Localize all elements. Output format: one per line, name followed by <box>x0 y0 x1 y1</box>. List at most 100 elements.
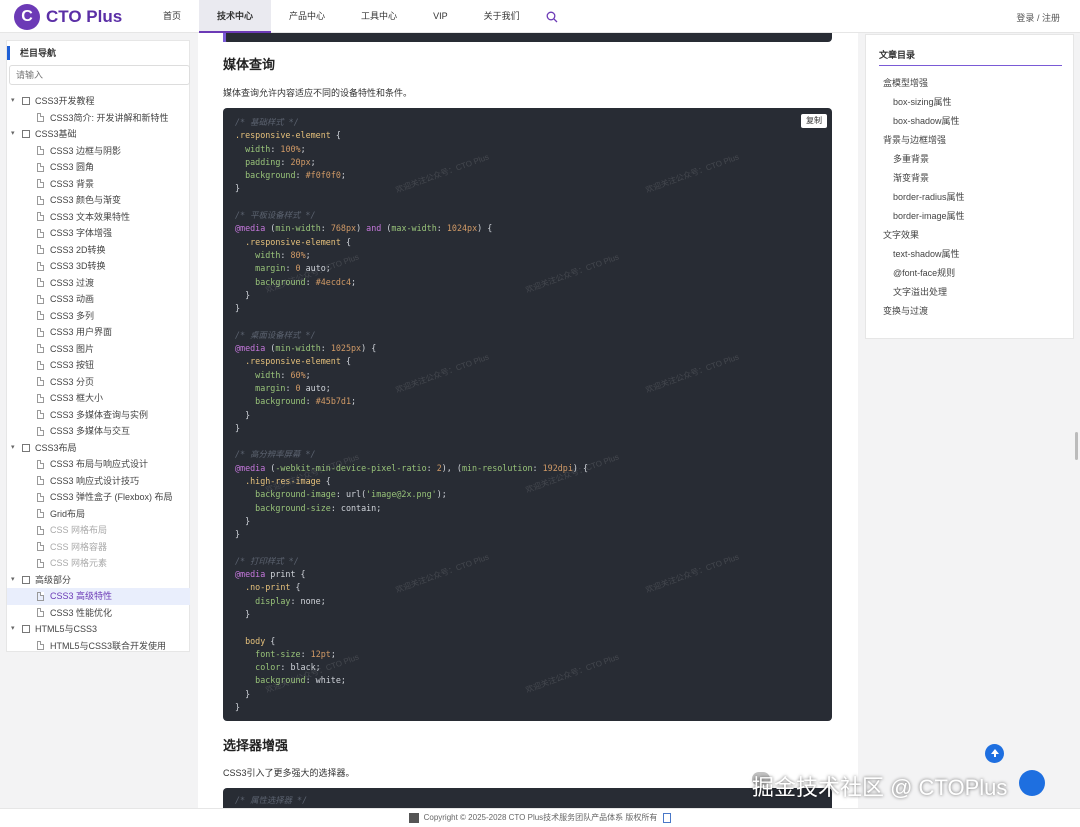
code-block: 复制 /* 基础样式 */ .responsive-element { widt… <box>223 108 832 721</box>
tree-leaf[interactable]: CSS3 布局与响应式设计 <box>7 456 190 473</box>
tree-leaf[interactable]: CSS3 按钮 <box>7 357 190 374</box>
tree-leaf[interactable]: CSS3 文本效果特性 <box>7 209 190 226</box>
nav-home[interactable]: 首页 <box>145 0 199 33</box>
caret-down-icon[interactable]: ▾ <box>11 440 19 457</box>
document-icon <box>37 492 44 502</box>
tree-item-label: CSS3 过渡 <box>50 277 95 288</box>
page-scrollbar[interactable] <box>1075 432 1078 460</box>
tree-leaf[interactable]: CSS3 圆角 <box>7 159 190 176</box>
sidebar-title: 栏目导航 <box>7 46 56 60</box>
nav-product-center[interactable]: 产品中心 <box>271 0 343 33</box>
toc-item[interactable]: border-image属性 <box>866 207 1073 226</box>
tree-leaf[interactable]: HTML5与CSS3联合开发使用 <box>7 638 190 655</box>
back-to-top-button[interactable] <box>985 744 1004 763</box>
tree-leaf[interactable]: CSS3 性能优化 <box>7 605 190 622</box>
tree-leaf[interactable]: CSS3 字体增强 <box>7 225 190 242</box>
logo[interactable]: C CTO Plus <box>14 4 122 30</box>
document-icon <box>37 113 44 123</box>
document-icon <box>37 360 44 370</box>
tree-leaf[interactable]: CSS3 2D转换 <box>7 242 190 259</box>
login-link[interactable]: 登录 <box>1016 13 1034 23</box>
tree-item-label: CSS3 布局与响应式设计 <box>50 459 149 469</box>
main-nav: 首页 技术中心 产品中心 工具中心 VIP 关于我们 <box>145 0 558 33</box>
toc-item[interactable]: text-shadow属性 <box>866 245 1073 264</box>
tree-leaf[interactable]: CSS3 3D转换 <box>7 258 190 275</box>
toc-title: 文章目录 <box>879 50 916 60</box>
tree-item-label: CSS3 多列 <box>50 310 95 321</box>
caret-down-icon[interactable]: ▾ <box>11 93 19 110</box>
copy-button[interactable]: 复制 <box>801 114 827 128</box>
section-desc-selectors: CSS3引入了更多强大的选择器。 <box>223 768 355 778</box>
toc-item[interactable]: border-radius属性 <box>866 188 1073 207</box>
tree-leaf[interactable]: CSS3 边框与阴影 <box>7 143 190 160</box>
document-icon <box>37 459 44 469</box>
tree-leaf[interactable]: CSS 网格布局 <box>7 522 190 539</box>
tree-leaf[interactable]: CSS3 多媒体查询与实例 <box>7 407 190 424</box>
document-icon <box>37 525 44 535</box>
document-icon <box>37 476 44 486</box>
floating-action-button[interactable] <box>1019 770 1045 796</box>
tree-leaf[interactable]: CSS3 响应式设计技巧 <box>7 473 190 490</box>
nav-vip[interactable]: VIP <box>415 0 466 33</box>
toc-item[interactable]: 背景与边框增强 <box>866 131 1073 150</box>
toc-item[interactable]: box-sizing属性 <box>866 93 1073 112</box>
tree-folder[interactable]: ▾ CSS3布局 <box>7 440 190 457</box>
tree-leaf[interactable]: CSS3 背景 <box>7 176 190 193</box>
caret-down-icon[interactable]: ▾ <box>11 572 19 589</box>
tree-leaf[interactable]: CSS3 多媒体与交互 <box>7 423 190 440</box>
tree-item-label: CSS3 多媒体与交互 <box>50 426 131 436</box>
document-icon <box>37 509 44 519</box>
toc-item[interactable]: @font-face规则 <box>866 264 1073 283</box>
tree-leaf[interactable]: CSS 网格元素 <box>7 555 190 572</box>
tree-folder[interactable]: ▾ CSS3基础 <box>7 126 190 143</box>
document-icon <box>37 393 44 403</box>
toc-item[interactable]: 文字效果 <box>866 226 1073 245</box>
register-link[interactable]: 注册 <box>1042 13 1060 23</box>
nav-tech-center[interactable]: 技术中心 <box>199 0 272 33</box>
tree-leaf[interactable]: CSS3 图片 <box>7 341 190 358</box>
toc-item[interactable]: 盒模型增强 <box>866 74 1073 93</box>
folder-icon <box>22 443 30 452</box>
caret-down-icon[interactable]: ▾ <box>11 126 19 143</box>
tree-leaf[interactable]: CSS3 颜色与渐变 <box>7 192 190 209</box>
tree-item-label: CSS3 2D转换 <box>50 244 106 255</box>
tree-leaf[interactable]: CSS 网格容器 <box>7 539 190 556</box>
toc-item[interactable]: 变换与过渡 <box>866 302 1073 321</box>
toc-item[interactable]: 文字溢出处理 <box>866 283 1073 302</box>
sidebar-search-input[interactable] <box>9 65 190 85</box>
tree-item-label: CSS3 用户界面 <box>50 327 113 337</box>
tree-leaf[interactable]: CSS3简介: 开发讲解和新特性 <box>7 110 190 127</box>
footer: Copyright © 2025-2028 CTO Plus技术服务团队产品体系… <box>0 808 1080 827</box>
tree-item-label: CSS3 圆角 <box>50 162 95 172</box>
document-icon <box>37 327 44 337</box>
toc-item[interactable]: box-shadow属性 <box>866 112 1073 131</box>
tree-leaf[interactable]: CSS3 分页 <box>7 374 190 391</box>
tree-item-label: Grid布局 <box>50 508 86 519</box>
tree-leaf[interactable]: CSS3 框大小 <box>7 390 190 407</box>
tree-leaf[interactable]: CSS3 过渡 <box>7 275 190 292</box>
tree-leaf[interactable]: Grid布局 <box>7 506 190 523</box>
search-icon[interactable] <box>546 11 558 23</box>
toc-item[interactable]: 多重背景 <box>866 150 1073 169</box>
tree-leaf[interactable]: CSS3 动画 <box>7 291 190 308</box>
tree-leaf[interactable]: CSS3 用户界面 <box>7 324 190 341</box>
tree-leaf[interactable]: CSS3 弹性盒子 (Flexbox) 布局 <box>7 489 190 506</box>
tree-folder[interactable]: ▾ HTML5与CSS3 <box>7 621 190 638</box>
next-code-block: /* 属性选择器 */ <box>223 788 832 808</box>
tree-folder[interactable]: ▾ CSS3开发教程 <box>7 93 190 110</box>
tree-leaf[interactable]: CSS3 多列 <box>7 308 190 325</box>
document-icon <box>37 558 44 568</box>
nav-about[interactable]: 关于我们 <box>466 0 538 33</box>
document-icon <box>37 162 44 172</box>
document-icon <box>37 641 44 651</box>
nav-tool-center[interactable]: 工具中心 <box>343 0 415 33</box>
tree-item-label: CSS3 框大小 <box>50 393 104 403</box>
tree-item-label: CSS 网格容器 <box>50 541 108 552</box>
folder-icon <box>22 97 30 106</box>
document-icon <box>37 294 44 304</box>
tree-leaf[interactable]: CSS3 高级特性 <box>7 588 190 605</box>
caret-down-icon[interactable]: ▾ <box>11 621 19 638</box>
tree-item-label: CSS3 3D转换 <box>50 261 106 271</box>
tree-folder[interactable]: ▾ 高级部分 <box>7 572 190 589</box>
toc-item[interactable]: 渐变背景 <box>866 169 1073 188</box>
